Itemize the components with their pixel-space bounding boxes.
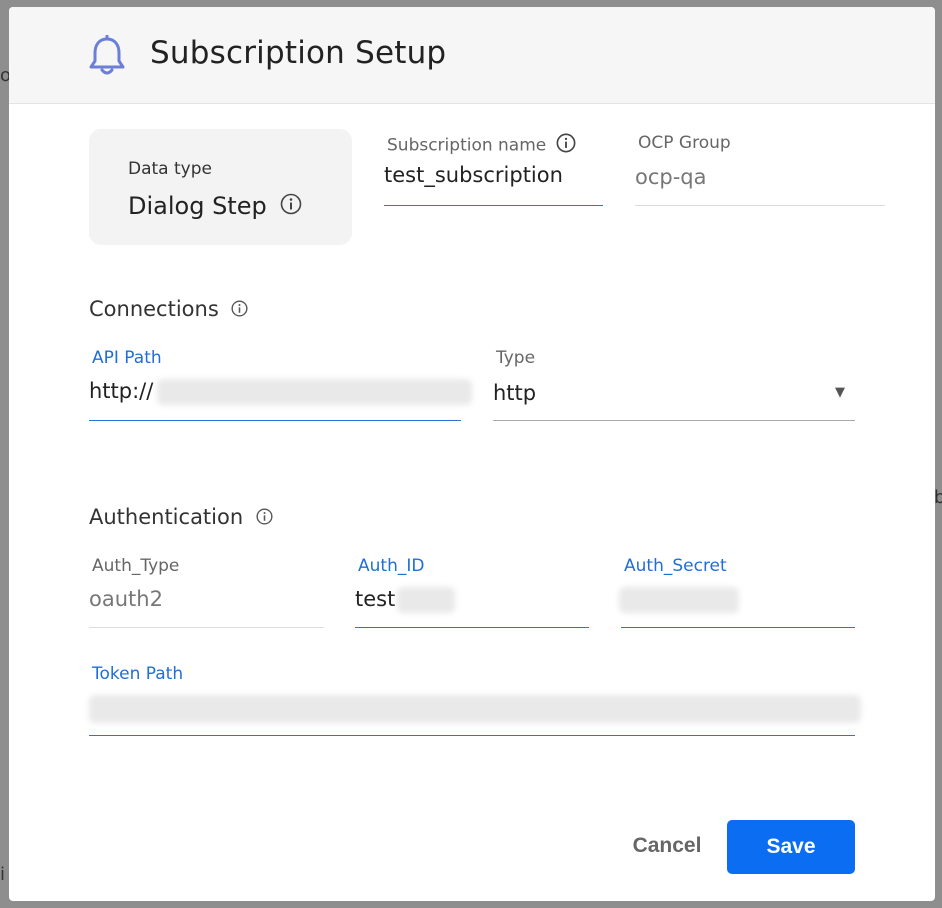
backdrop-text-fragment: b <box>934 487 942 508</box>
info-icon[interactable] <box>256 506 273 530</box>
backdrop-text-fragment: i <box>0 864 6 885</box>
ocp-group-label: OCP Group <box>638 133 731 153</box>
chevron-down-icon[interactable]: ▼ <box>835 385 845 400</box>
type-label: Type <box>496 348 536 368</box>
subscription-name-input[interactable]: test_subscription <box>384 163 563 187</box>
subscription-name-label-text: Subscription name <box>387 135 547 156</box>
data-type-label: Data type <box>128 159 212 179</box>
data-type-value-text: Dialog Step <box>128 192 267 220</box>
auth-type-underline <box>89 627 324 628</box>
authentication-title: Authentication <box>89 505 273 530</box>
auth-secret-underline <box>621 627 855 628</box>
ocp-group-value: ocp-qa <box>635 165 707 189</box>
data-type-card: Data type Dialog Step <box>89 129 352 245</box>
subscription-setup-modal: Subscription Setup Data type Dialog Step… <box>9 7 935 901</box>
type-underline <box>493 420 855 421</box>
cancel-button[interactable]: Cancel <box>612 825 722 867</box>
bell-icon <box>87 34 127 79</box>
info-icon[interactable] <box>280 193 302 221</box>
auth-id-underline <box>355 627 589 628</box>
authentication-title-text: Authentication <box>89 505 244 529</box>
redacted-api-path <box>157 379 472 405</box>
info-icon[interactable] <box>556 133 576 158</box>
api-path-underline <box>89 420 461 421</box>
auth-type-value: oauth2 <box>89 587 163 611</box>
auth-id-input[interactable]: test <box>355 587 395 611</box>
api-path-input[interactable]: http:// <box>89 379 153 403</box>
info-icon[interactable] <box>231 298 248 322</box>
subscription-name-label: Subscription name <box>387 133 576 158</box>
modal-header: Subscription Setup <box>9 7 935 104</box>
subscription-name-underline <box>384 205 603 206</box>
token-path-underline <box>89 735 855 736</box>
redacted-token-path[interactable] <box>89 695 861 723</box>
modal-title: Subscription Setup <box>150 35 447 71</box>
data-type-value: Dialog Step <box>128 192 302 221</box>
ocp-group-underline <box>635 205 885 206</box>
auth-id-label: Auth_ID <box>358 556 425 576</box>
api-path-label: API Path <box>92 348 162 368</box>
connections-title: Connections <box>89 297 248 322</box>
redacted-auth-id <box>397 587 455 613</box>
save-button[interactable]: Save <box>727 820 855 874</box>
token-path-label: Token Path <box>92 664 184 684</box>
type-select[interactable]: http <box>493 381 536 405</box>
connections-title-text: Connections <box>89 297 219 321</box>
auth-secret-label: Auth_Secret <box>624 556 727 576</box>
redacted-auth-secret[interactable] <box>619 587 739 613</box>
auth-type-label: Auth_Type <box>92 556 180 576</box>
